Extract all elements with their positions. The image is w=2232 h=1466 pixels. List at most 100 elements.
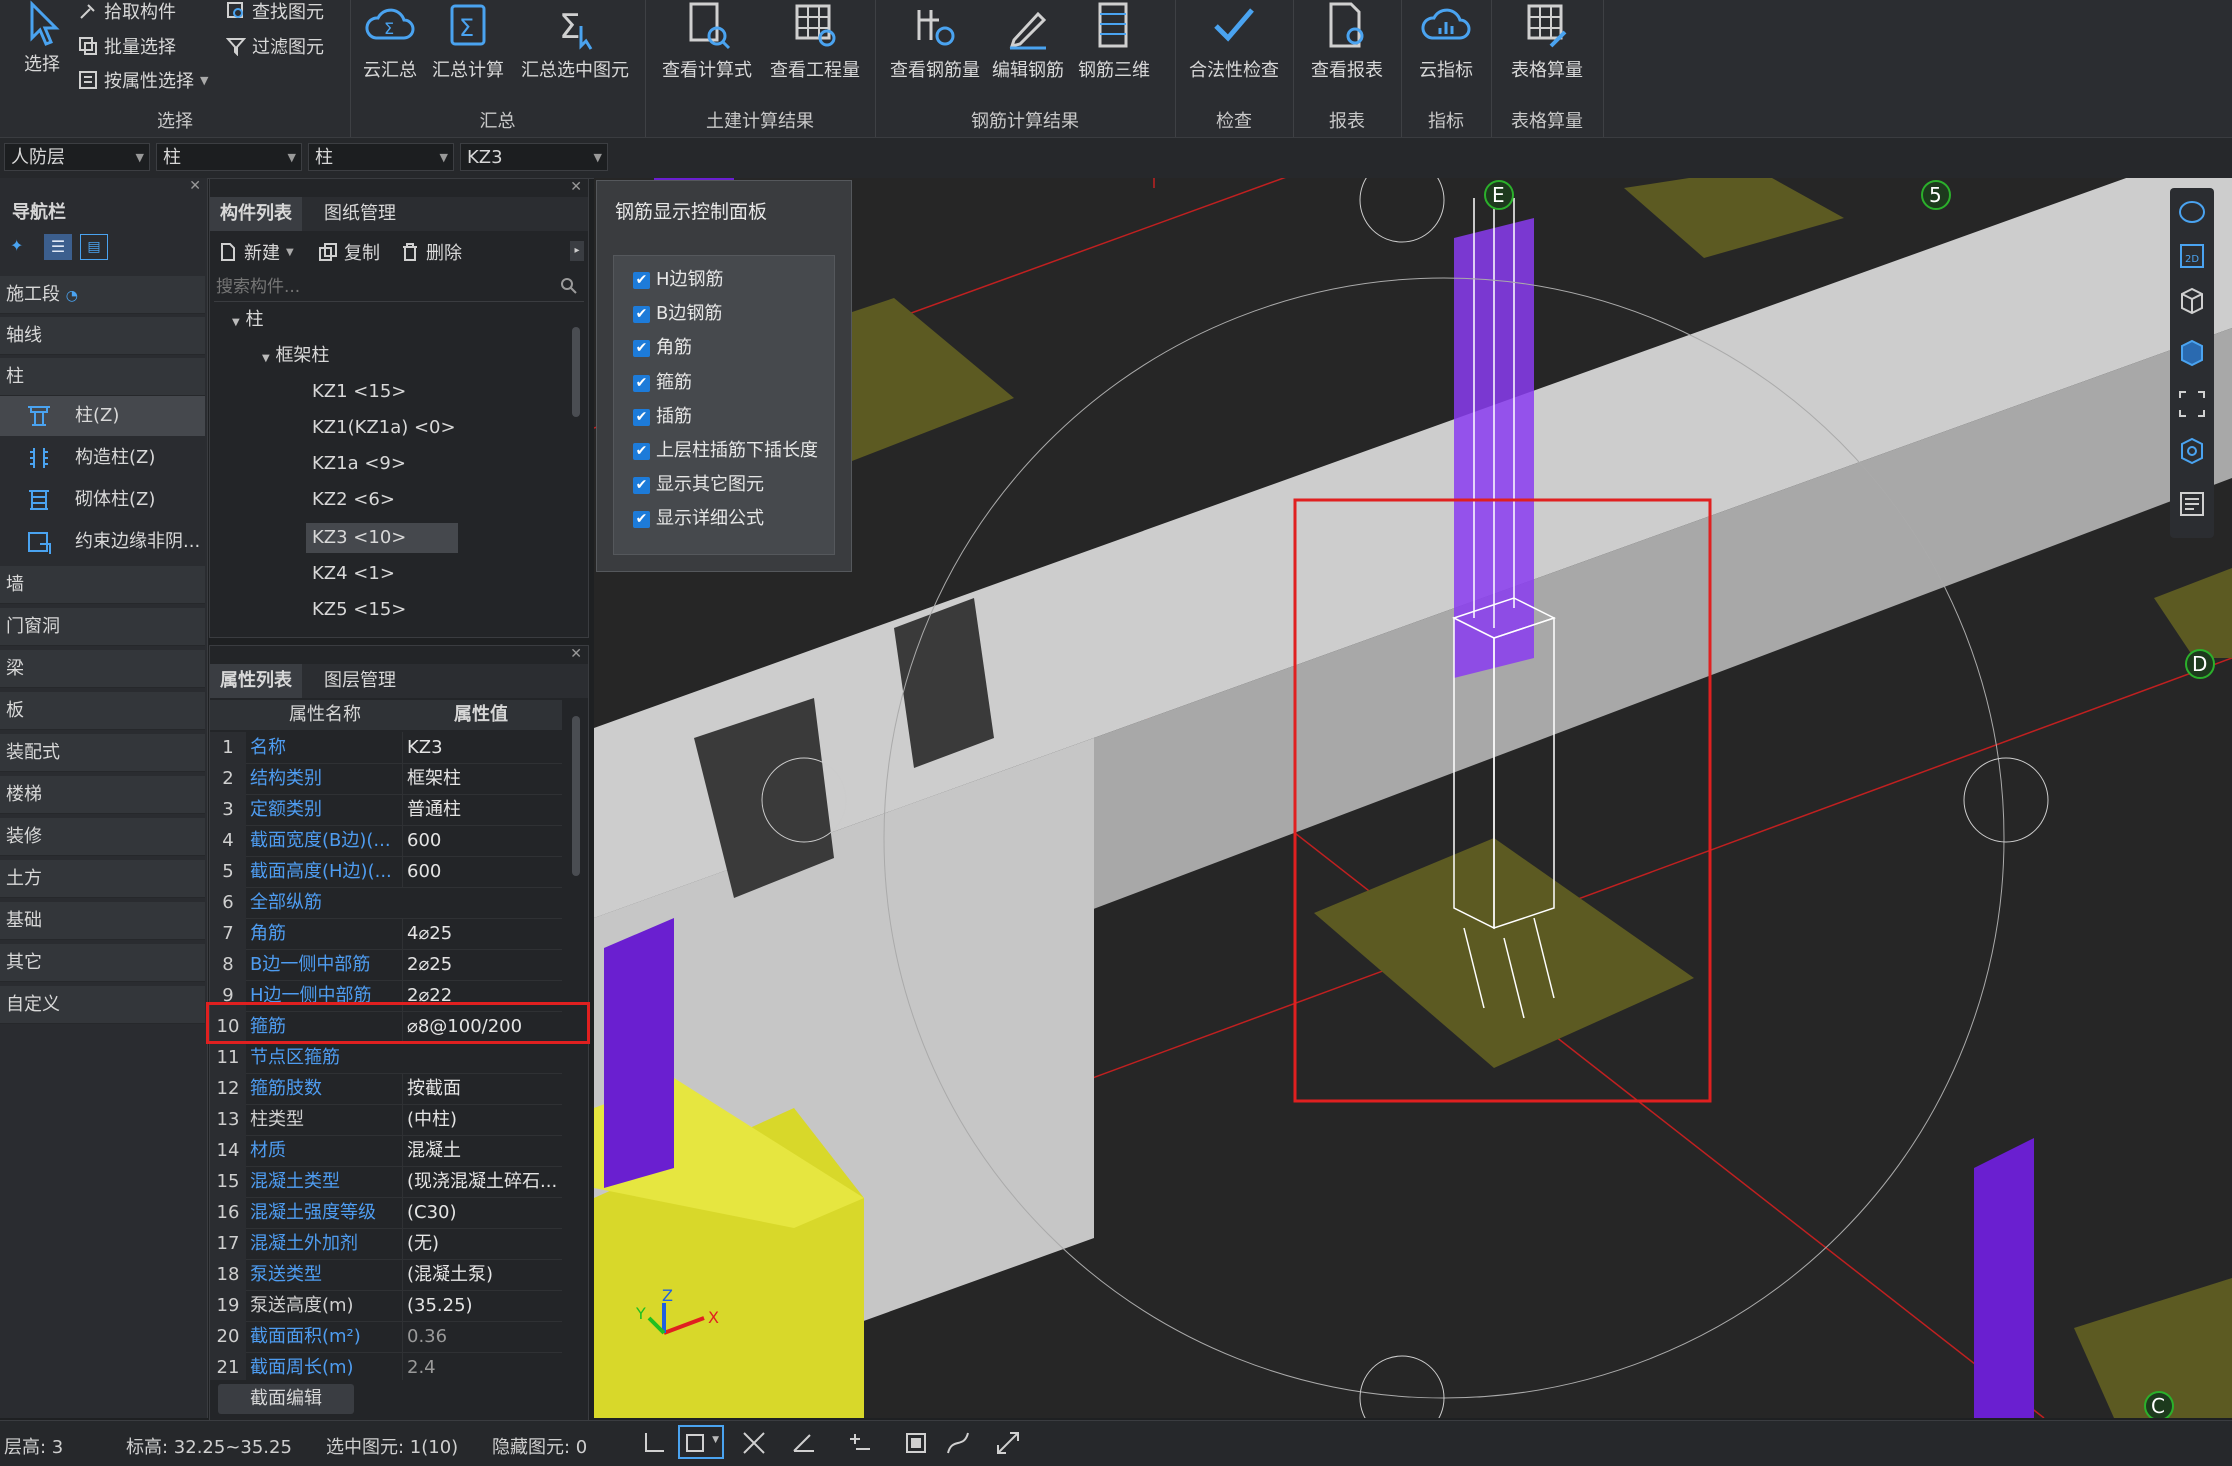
summary-calc-button[interactable]: Σ 汇总计算 [428,0,508,82]
tree-item-kz1-kz1a[interactable]: KZ1(KZ1a) <0> [306,413,462,443]
property-row[interactable]: 1 名称 KZ3 [210,732,562,764]
option-show-other-elements[interactable]: ✔ 显示其它图元 [633,471,764,499]
category-select[interactable]: 柱 ▼ [156,143,302,171]
view-formula-button[interactable]: 查看计算式 [657,0,757,82]
checkbox-icon[interactable]: ✔ [633,271,650,289]
edit-rebar-button[interactable]: 编辑钢筋 [987,0,1069,82]
nav-item-prefab[interactable]: 装配式 [0,734,205,772]
property-value[interactable]: (无) [402,1228,562,1259]
view-rebar-qty-button[interactable]: 查看钢筋量 [885,0,985,82]
find-element-button[interactable]: 查找图元 [226,0,324,25]
cross-icon[interactable] [740,1429,768,1457]
nav-item-door-window[interactable]: 门窗洞 [0,608,205,646]
search-icon[interactable] [560,277,578,295]
nav-item-custom[interactable]: 自定义 [0,986,205,1024]
checkbox-icon[interactable]: ✔ [633,408,650,426]
delete-button[interactable]: 删除 [400,238,462,266]
option-h-edge-rebar[interactable]: ✔ H边钢筋 [633,266,724,294]
nav-item-wall[interactable]: 墙 [0,566,205,604]
nav-item-construction-stage[interactable]: 施工段 ◔ [0,276,205,314]
summary-selected-button[interactable]: Σ 汇总选中图元 [515,0,635,82]
tab-layer-management[interactable]: 图层管理 [314,664,406,698]
property-value[interactable]: 2.4 [402,1352,562,1380]
view-report-button[interactable]: 查看报表 [1301,0,1393,82]
curve-icon[interactable] [944,1429,972,1457]
option-upper-dowel-length[interactable]: ✔ 上层柱插筋下插长度 [633,437,818,465]
checkbox-icon[interactable]: ✔ [633,339,650,357]
checkbox-icon[interactable]: ✔ [633,374,650,392]
property-row[interactable]: 17 混凝土外加剂 (无) [210,1228,562,1260]
tree-group-frame-column[interactable]: ▼ 框架柱 [262,341,329,371]
property-row[interactable]: 18 泵送类型 (混凝土泵) [210,1259,562,1291]
component-search-input[interactable] [214,273,548,301]
fit-view-icon[interactable] [2176,388,2208,420]
property-value[interactable]: 框架柱 [402,763,562,794]
orbit-icon[interactable] [2176,196,2208,228]
rebar-3d-button[interactable]: 钢筋三维 [1073,0,1155,82]
copy-button[interactable]: 复制 [318,238,380,266]
property-row[interactable]: 3 定额类别 普通柱 [210,794,562,826]
view-quantity-button[interactable]: 查看工程量 [765,0,865,82]
pin-icon[interactable]: ✦ [10,236,23,255]
component-select[interactable]: KZ3 ▼ [460,143,608,171]
property-value[interactable]: (35.25) [402,1290,562,1321]
property-row[interactable]: 20 截面面积(m²) 0.36 [210,1321,562,1353]
nav-item-decoration[interactable]: 装修 [0,818,205,856]
property-value[interactable]: 4⌀25 [402,918,562,949]
property-row[interactable]: 21 截面周长(m) 2.4 [210,1352,562,1380]
tree-item-kz3[interactable]: KZ3 <10> [306,523,458,553]
option-corner-rebar[interactable]: ✔ 角筋 [633,334,692,362]
floor-select[interactable]: 人防层 ▼ [4,143,150,171]
property-row[interactable]: 19 泵送高度(m) (35.25) [210,1290,562,1322]
isometric-icon[interactable] [2176,434,2208,466]
tree-item-kz2[interactable]: KZ2 <6> [306,485,401,515]
property-row[interactable]: 6 全部纵筋 [210,887,562,919]
nav-item-beam[interactable]: 梁 [0,650,205,688]
tree-item-kz5[interactable]: KZ5 <15> [306,595,412,625]
filter-element-button[interactable]: 过滤图元 [226,32,324,60]
list-view-icon[interactable]: ☰ [44,234,72,260]
tree-item-kz1[interactable]: KZ1 <15> [306,377,412,407]
property-value[interactable]: 混凝土 [402,1135,562,1166]
property-row[interactable]: 15 混凝土类型 (现浇混凝土碎石... [210,1166,562,1198]
tree-root-column[interactable]: ▼ 柱 [232,305,263,335]
type-select[interactable]: 柱 ▼ [308,143,454,171]
tree-item-kz1a[interactable]: KZ1a <9> [306,449,412,479]
property-value[interactable]: 按截面 [402,1073,562,1104]
property-row[interactable]: 11 节点区箍筋 [210,1042,562,1074]
nav-item-other[interactable]: 其它 [0,944,205,982]
section-edit-button[interactable]: 截面编辑 [218,1384,354,1414]
solid-cube-icon[interactable] [2176,336,2208,368]
layer-icon[interactable] [902,1429,930,1457]
property-row[interactable]: 4 截面宽度(B边)(... 600 [210,825,562,857]
tab-component-list[interactable]: 构件列表 [210,197,302,231]
angle-icon[interactable] [790,1429,818,1457]
nav-item-slab[interactable]: 板 [0,692,205,730]
property-value[interactable]: (中柱) [402,1104,562,1135]
property-row[interactable]: 5 截面高度(H边)(... 600 [210,856,562,888]
property-value[interactable]: 0.36 [402,1321,562,1352]
tab-drawing-management[interactable]: 图纸管理 [314,197,406,231]
checkbox-icon[interactable]: ✔ [633,510,650,528]
nav-item-earthwork[interactable]: 土方 [0,860,205,898]
checkbox-icon[interactable]: ✔ [633,476,650,494]
nav-item-column[interactable]: 柱 [0,358,205,396]
nav-item-axis[interactable]: 轴线 [0,317,205,355]
cube-view-icon[interactable] [2176,284,2208,316]
property-row[interactable]: 13 柱类型 (中柱) [210,1104,562,1136]
option-stirrup[interactable]: ✔ 箍筋 [633,369,692,397]
cloud-index-button[interactable]: 云指标 [1409,0,1483,82]
2d-view-icon[interactable]: 2D [2176,240,2208,272]
ortho-icon[interactable] [640,1429,668,1457]
property-value[interactable]: KZ3 [402,732,562,763]
batch-select-button[interactable]: 批量选择 [78,32,176,60]
checkbox-icon[interactable]: ✔ [633,442,650,460]
fullscreen-icon[interactable] [994,1429,1022,1457]
nav-subitem-edge-member[interactable]: 约束边缘非阴... [0,522,205,562]
property-row[interactable]: 2 结构类别 框架柱 [210,763,562,795]
expand-panel-icon[interactable]: ▸ [570,241,584,261]
option-b-edge-rebar[interactable]: ✔ B边钢筋 [633,300,722,328]
detail-view-icon[interactable]: ▤ [80,234,108,260]
snap-mode-button[interactable]: ▼ [678,1425,724,1459]
tab-property-list[interactable]: 属性列表 [210,664,302,698]
